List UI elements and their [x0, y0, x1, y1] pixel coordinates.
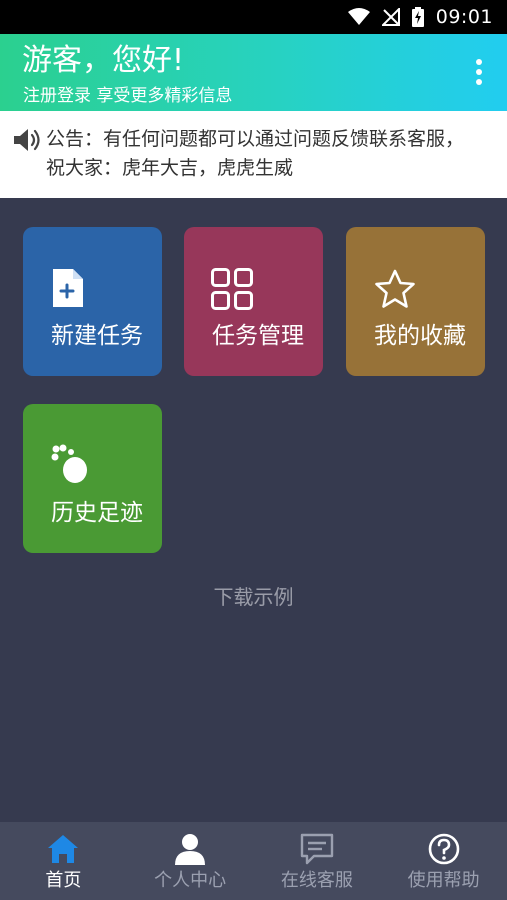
- footprint-icon: [51, 444, 87, 483]
- help-icon: [428, 833, 459, 865]
- signal-off-icon: [381, 8, 400, 26]
- task-management-label: 任务管理: [212, 323, 304, 349]
- person-icon: [175, 834, 206, 865]
- tab-help[interactable]: 使用帮助: [380, 822, 507, 900]
- task-management-tile[interactable]: 任务管理: [184, 227, 323, 376]
- login-prompt-link[interactable]: 注册登录 享受更多精彩信息: [23, 86, 232, 106]
- grid-icon: [211, 268, 253, 310]
- new-task-label: 新建任务: [51, 323, 143, 349]
- announcement-text: 公告：有任何问题都可以通过问题反馈联系客服，祝大家：虎年大吉，虎虎生威: [46, 128, 465, 179]
- more-menu-icon[interactable]: [475, 59, 483, 85]
- speaker-icon: [14, 129, 40, 151]
- greeting-title: 游客，您好!: [22, 43, 185, 78]
- tab-personal-center[interactable]: 个人中心: [127, 822, 254, 900]
- header-banner: 游客，您好! 注册登录 享受更多精彩信息: [0, 34, 507, 111]
- tab-personal-center-label: 个人中心: [154, 870, 227, 891]
- bottom-tab-bar: 首页 个人中心 在线客服 使用帮助: [0, 822, 507, 900]
- new-file-icon: [53, 269, 83, 307]
- battery-charging-icon: [411, 7, 424, 27]
- tab-online-service[interactable]: 在线客服: [254, 822, 381, 900]
- status-bar: 09:01: [0, 0, 507, 34]
- chat-icon: [300, 833, 334, 865]
- new-task-tile[interactable]: 新建任务: [23, 227, 162, 376]
- home-icon: [48, 835, 79, 863]
- wifi-icon: [347, 8, 370, 25]
- star-icon: [375, 269, 415, 308]
- tab-home-label: 首页: [45, 870, 82, 891]
- tab-online-service-label: 在线客服: [280, 870, 353, 891]
- tab-home[interactable]: 首页: [0, 822, 127, 900]
- status-time: 09:01: [435, 6, 493, 28]
- history-tile[interactable]: 历史足迹: [23, 404, 162, 553]
- announcement-bar: 公告：有任何问题都可以通过问题反馈联系客服，祝大家：虎年大吉，虎虎生威: [0, 111, 507, 198]
- favorites-label: 我的收藏: [374, 323, 466, 349]
- favorites-tile[interactable]: 我的收藏: [346, 227, 485, 376]
- download-example-link[interactable]: 下载示例: [0, 583, 507, 611]
- tab-help-label: 使用帮助: [407, 870, 480, 891]
- history-label: 历史足迹: [51, 500, 143, 526]
